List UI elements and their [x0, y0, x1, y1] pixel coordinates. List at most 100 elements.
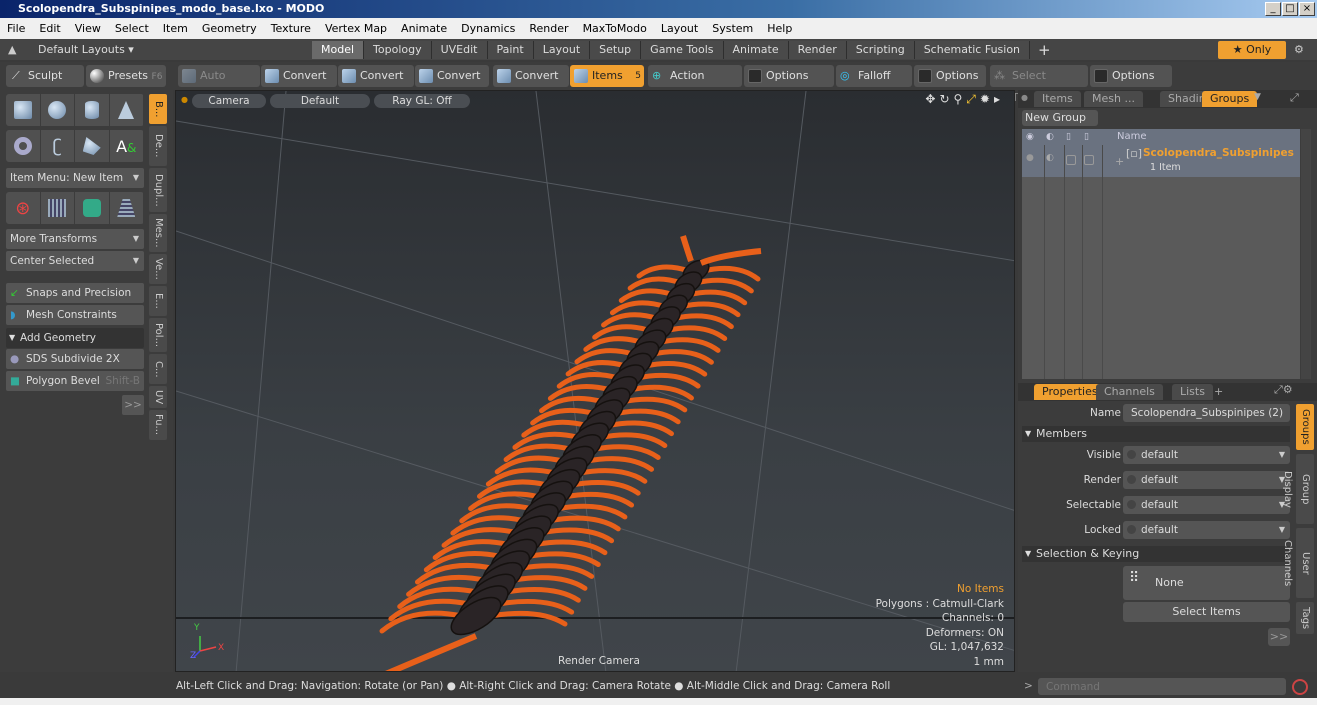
side-tab-groups[interactable]: Groups	[1296, 404, 1314, 450]
select-column-icon[interactable]: ▯	[1084, 129, 1089, 145]
default-layouts-dropdown[interactable]: Default Layouts ▾	[20, 43, 312, 56]
torus-icon[interactable]	[6, 130, 41, 162]
raygl-button[interactable]: Ray GL: Off	[374, 94, 470, 108]
text-tool-icon[interactable]: A&	[110, 130, 144, 162]
items-mode-button[interactable]: Items 5	[570, 65, 644, 87]
side-tab-group-display[interactable]: Group Display	[1282, 454, 1314, 524]
action-center-options-button[interactable]: Options	[744, 65, 834, 87]
command-input[interactable]	[1038, 678, 1286, 695]
add-geometry-header[interactable]: ▼ Add Geometry	[6, 328, 144, 348]
tab-items[interactable]: Items	[1034, 91, 1081, 107]
none-button[interactable]: ⠿ None	[1123, 566, 1290, 600]
add-tab-button[interactable]: +	[1206, 384, 1231, 400]
name-input[interactable]: Scolopendra_Subspinipes (2)	[1123, 404, 1290, 422]
vertical-tab-5[interactable]: E...	[149, 286, 167, 316]
record-icon[interactable]	[1292, 679, 1308, 695]
zoom-icon[interactable]: ⚲	[954, 92, 963, 107]
convert-item-button[interactable]: Convert	[493, 65, 569, 87]
gear-icon[interactable]: ✹	[980, 92, 990, 107]
menu-maxtomodo[interactable]: MaxToModo	[576, 22, 654, 35]
falloff-options-button[interactable]: Options	[914, 65, 986, 87]
convert-vertex-button[interactable]: Convert	[261, 65, 337, 87]
render-toggle-icon[interactable]: ◐	[1046, 153, 1054, 163]
layout-tab-game-tools[interactable]: Game Tools	[641, 40, 724, 59]
viewport-dot-icon[interactable]: ●	[181, 95, 188, 104]
cylinder-icon[interactable]	[75, 94, 110, 126]
tab-groups[interactable]: Groups	[1202, 91, 1258, 107]
sculpt-button[interactable]: ⟋ Sculpt	[6, 65, 84, 87]
gear-icon[interactable]: ⚙	[1294, 43, 1304, 56]
grid-mesh-icon[interactable]	[41, 192, 75, 224]
layout-tab-paint[interactable]: Paint	[487, 40, 534, 59]
only-button[interactable]: ★ Only	[1218, 40, 1286, 59]
locked-dropdown[interactable]: default	[1123, 521, 1290, 539]
members-section[interactable]: ▼ Members	[1022, 426, 1290, 442]
minimize-button[interactable]: _	[1265, 2, 1281, 16]
vertical-tab-7[interactable]: C...	[149, 354, 167, 384]
maximize-button[interactable]: □	[1282, 2, 1298, 16]
tab-properties[interactable]: Properties	[1034, 384, 1106, 400]
rotate-icon[interactable]: ↻	[939, 92, 949, 107]
layout-up-icon[interactable]: ▲	[8, 43, 20, 56]
menu-animate[interactable]: Animate	[394, 22, 454, 35]
menu-layout[interactable]: Layout	[654, 22, 705, 35]
lock-column-icon[interactable]: ▯	[1066, 129, 1071, 145]
auto-select-button[interactable]: Auto Select	[178, 65, 260, 104]
presets-button[interactable]: Presets F6	[86, 65, 166, 87]
layout-tab-topology[interactable]: Topology	[364, 40, 432, 59]
visible-dropdown[interactable]: default	[1123, 446, 1290, 464]
more-transforms-dropdown[interactable]: More Transforms	[6, 229, 144, 249]
vertical-tab-0[interactable]: B...	[149, 94, 167, 124]
select-toggle[interactable]	[1084, 155, 1094, 165]
menu-view[interactable]: View	[68, 22, 108, 35]
arrow-right-icon[interactable]: ▸	[994, 92, 1000, 107]
shading-default-button[interactable]: Default	[270, 94, 370, 108]
camera-button[interactable]: Camera	[192, 94, 266, 108]
polygon-bevel-button[interactable]: ■ Polygon Bevel Shift-B	[6, 371, 144, 391]
vertical-tab-2[interactable]: Dupl...	[149, 168, 167, 212]
sphere-icon[interactable]	[41, 94, 75, 126]
capsule-icon[interactable]: ʗ	[41, 130, 75, 162]
menu-select[interactable]: Select	[108, 22, 156, 35]
more-button[interactable]: >>	[1268, 628, 1290, 646]
convert-polygon-button[interactable]: Convert	[415, 65, 489, 87]
layout-tab-schematic-fusion[interactable]: Schematic Fusion	[914, 40, 1031, 59]
expand-icon[interactable]: ⤢⚙	[1274, 383, 1293, 397]
expand-icon[interactable]: ⤢	[1290, 91, 1299, 105]
menu-file[interactable]: File	[0, 22, 32, 35]
maximize-icon[interactable]: ⤢	[966, 92, 976, 107]
item-menu-dropdown[interactable]: Item Menu: New Item	[6, 168, 144, 188]
groups-scrollbar[interactable]	[1301, 129, 1311, 379]
menu-dynamics[interactable]: Dynamics	[454, 22, 522, 35]
panel-dot-icon[interactable]: ●	[1021, 93, 1028, 102]
menu-system[interactable]: System	[705, 22, 760, 35]
select-items-button[interactable]: Select Items	[1123, 602, 1290, 622]
3d-viewport[interactable]: Y X Z ● Camera Default Ray GL: Off ✥ ↻ ⚲ ⤢ ✹…	[175, 90, 1015, 672]
action-center-button[interactable]: ⊕Action Center	[648, 65, 742, 104]
vertical-tab-3[interactable]: Mes...	[149, 214, 167, 252]
uv-box-icon[interactable]	[75, 192, 110, 224]
center-selected-dropdown[interactable]: Center Selected	[6, 251, 144, 271]
layout-tab-uvedit[interactable]: UVEdit	[431, 40, 488, 59]
layout-tab-render[interactable]: Render	[788, 40, 847, 59]
lock-toggle[interactable]	[1066, 155, 1076, 165]
visibility-column-icon[interactable]: ◉	[1026, 129, 1034, 145]
render-column-icon[interactable]: ◐	[1046, 129, 1054, 145]
tab-dropdown-icon[interactable]: ▼	[1254, 92, 1261, 102]
layout-tab-scripting[interactable]: Scripting	[846, 40, 915, 59]
add-layout-button[interactable]: +	[1038, 41, 1051, 59]
tab-mesh[interactable]: Mesh ...	[1084, 91, 1143, 107]
close-button[interactable]: ×	[1299, 2, 1315, 16]
plane-icon[interactable]	[110, 192, 144, 224]
mesh-constraints-button[interactable]: ◗ Mesh Constraints	[6, 305, 144, 325]
menu-help[interactable]: Help	[760, 22, 799, 35]
menu-geometry[interactable]: Geometry	[195, 22, 264, 35]
selectable-dropdown[interactable]: default	[1123, 496, 1290, 514]
select-through-button[interactable]: ⁂Select Through	[990, 65, 1088, 104]
layout-tab-model[interactable]: Model	[312, 40, 365, 59]
name-column-header[interactable]: Name	[1117, 129, 1147, 145]
vertical-tab-8[interactable]: UV	[149, 386, 167, 408]
sds-subdivide-button[interactable]: ● SDS Subdivide 2X	[6, 349, 144, 369]
layout-tab-layout[interactable]: Layout	[533, 40, 591, 59]
expand-plus-icon[interactable]: +	[1115, 155, 1124, 168]
